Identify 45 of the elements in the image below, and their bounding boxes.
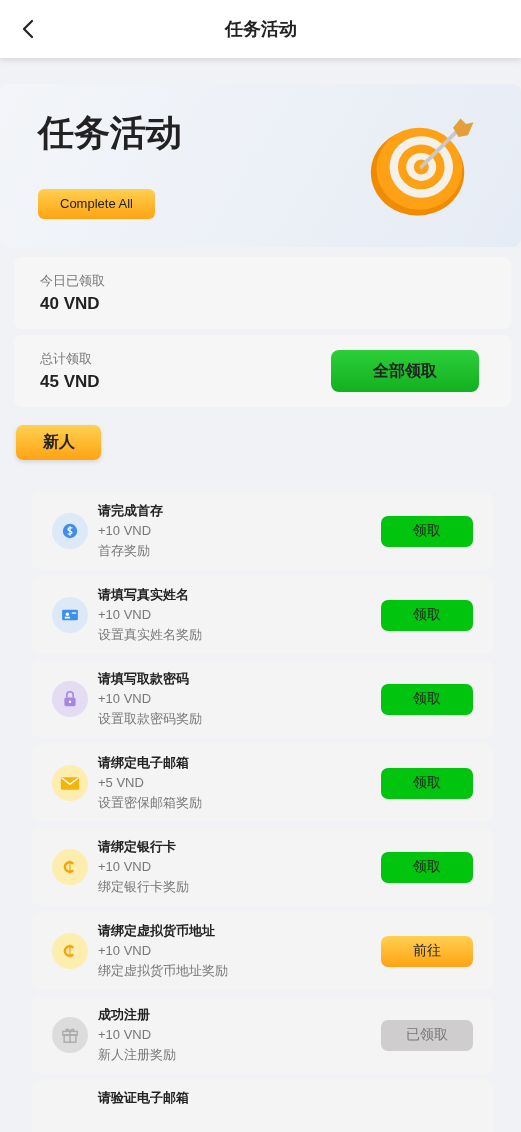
category-tab[interactable]: 新人 <box>16 425 101 460</box>
hero-title: 任务活动 <box>38 112 182 153</box>
claim-button[interactable]: 领取 <box>381 683 473 715</box>
claim-button[interactable]: 领取 <box>381 515 473 547</box>
task-title: 请绑定电子邮箱 <box>98 754 190 772</box>
task-description: 设置密保邮箱奖励 <box>98 794 203 812</box>
task-description: 设置真实姓名奖励 <box>98 626 203 644</box>
complete-all-button[interactable]: Complete All <box>38 188 155 219</box>
reward-amount: +10 VND <box>98 942 153 960</box>
task-title: 请验证电子邮箱 <box>98 1089 190 1107</box>
task-title: 请完成首存 <box>98 502 164 520</box>
task-title: 请填写真实姓名 <box>98 586 190 604</box>
gift-icon <box>52 1017 88 1053</box>
claim-all-button[interactable]: 全部领取 <box>331 350 479 392</box>
back-icon[interactable] <box>22 19 34 39</box>
stat-label: 总计领取 <box>40 350 93 368</box>
claim-button[interactable]: 领取 <box>381 767 473 799</box>
task-description: 新人注册奖励 <box>98 1046 177 1064</box>
mail-icon <box>52 765 88 801</box>
stat-value: 40 VND <box>40 294 101 314</box>
task-description: 首存奖励 <box>98 542 151 560</box>
reward-amount: +10 VND <box>98 1026 153 1044</box>
coin-icon <box>52 849 88 885</box>
reward-amount: +10 VND <box>98 522 153 540</box>
claim-button[interactable]: 领取 <box>381 851 473 883</box>
reward-amount: +10 VND <box>98 858 153 876</box>
id-card-icon <box>52 597 88 633</box>
task-title: 请绑定虚拟货币地址 <box>98 922 216 940</box>
task-description: 设置取款密码奖励 <box>98 710 203 728</box>
reward-amount: +10 VND <box>98 690 153 708</box>
claim-button[interactable]: 领取 <box>381 599 473 631</box>
coin-icon <box>52 933 88 969</box>
go-button[interactable]: 前往 <box>381 935 473 967</box>
stat-label: 今日已领取 <box>40 272 105 290</box>
task-title: 成功注册 <box>98 1006 151 1024</box>
stat-value: 45 VND <box>40 372 100 392</box>
reward-amount: +5 VND <box>98 774 145 792</box>
task-title: 请绑定银行卡 <box>98 838 177 856</box>
dollar-icon <box>52 513 88 549</box>
task-description: 绑定银行卡奖励 <box>98 878 190 896</box>
task-description: 绑定虚拟货币地址奖励 <box>98 962 229 980</box>
task-title: 请填写取款密码 <box>98 670 190 688</box>
reward-amount: +10 VND <box>98 606 153 624</box>
page-title: 任务活动 <box>224 18 297 41</box>
lock-icon <box>52 681 88 717</box>
